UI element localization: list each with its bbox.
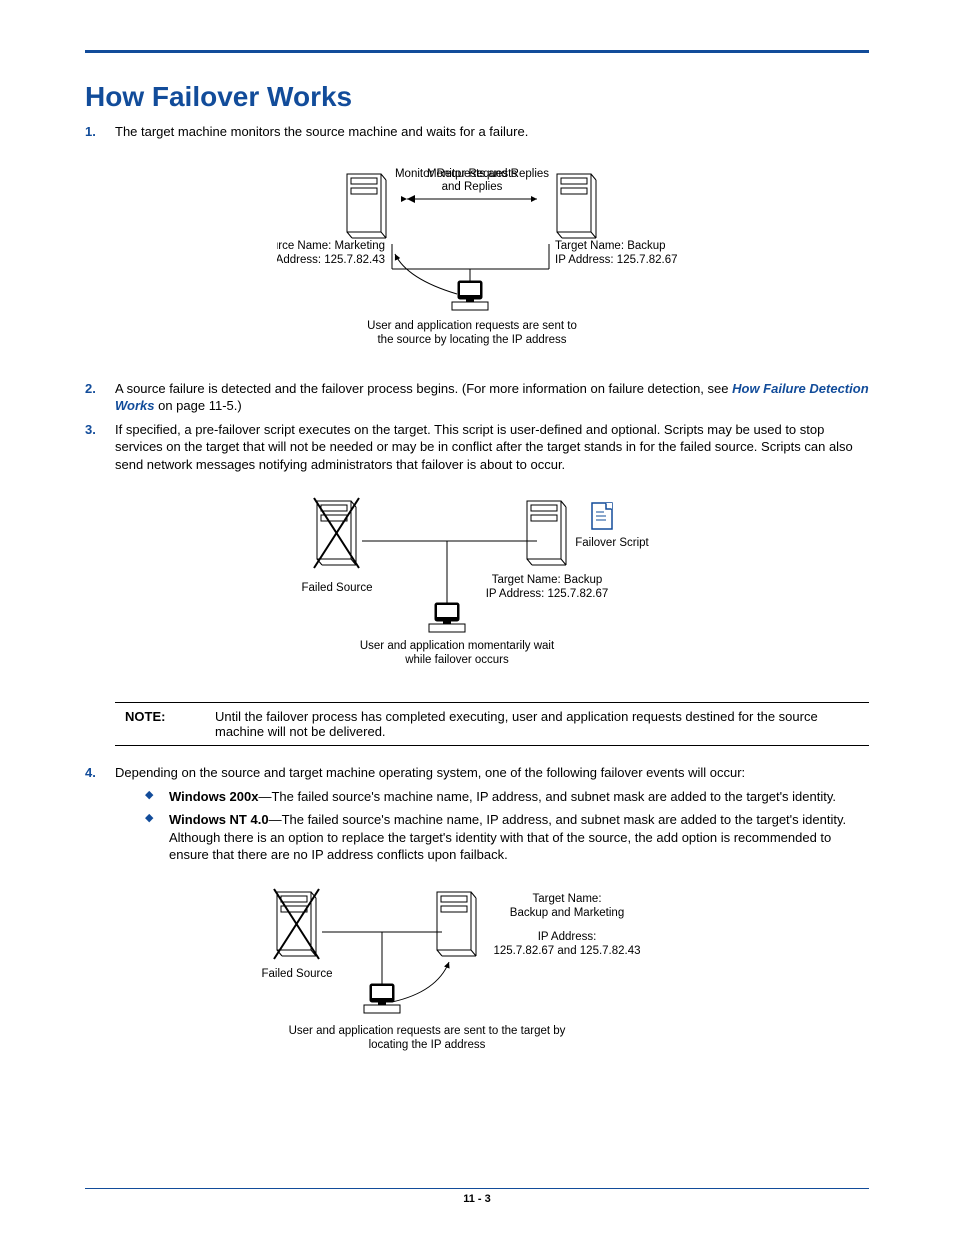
source-ip-label: IP Address: 125.7.82.43 [277, 254, 385, 266]
page-number: 11 - 3 [463, 1193, 491, 1205]
item-number: 4. [85, 764, 96, 782]
list-item: 1. The target machine monitors the sourc… [85, 123, 869, 141]
page-footer: 11 - 3 [85, 1188, 869, 1205]
diagram-caption: locating the IP address [369, 1039, 486, 1051]
page-title: How Failover Works [85, 81, 869, 113]
item-text: A source failure is detected and the fai… [115, 381, 869, 414]
target-ip-label: IP Address: 125.7.82.67 [486, 588, 609, 600]
item-text: Depending on the source and target machi… [115, 765, 745, 780]
svg-text:Monitor Requests: Monitor Requests [427, 168, 517, 180]
bullet-item: Windows 200x—The failed source's machine… [145, 788, 869, 806]
bullet-item: Windows NT 4.0—The failed source's machi… [145, 811, 869, 864]
failover-script-label: Failover Script [575, 537, 649, 549]
bullet-bold: Windows 200x [169, 789, 258, 804]
bullet-text: —The failed source's machine name, IP ad… [169, 812, 846, 862]
diagram-caption: User and application momentarily wait [360, 640, 555, 652]
target-ip-label: IP Address: [538, 931, 597, 943]
diagram-identity-added: Failed Source Target Name: Backup and Ma… [85, 882, 869, 1085]
bullet-text: —The failed source's machine name, IP ad… [258, 789, 836, 804]
diagram-caption: the source by locating the IP address [377, 334, 566, 346]
item-text: If specified, a pre-failover script exec… [115, 422, 853, 472]
item-number: 2. [85, 380, 96, 398]
target-name-label: Target Name: Backup [492, 574, 603, 586]
item-number: 3. [85, 421, 96, 439]
diagram-caption: User and application requests are sent t… [289, 1025, 566, 1037]
note-label: NOTE: [115, 709, 215, 739]
target-name-label: Target Name: Backup [555, 240, 666, 252]
diagram-monitor: Monitor Requests and Replies Monitor Req… [85, 159, 869, 362]
note-text: Until the failover process has completed… [215, 709, 869, 739]
item-text: The target machine monitors the source m… [115, 124, 528, 139]
failed-source-label: Failed Source [302, 582, 373, 594]
diagram-caption: User and application requests are sent t… [367, 320, 577, 332]
svg-text:and Replies: and Replies [442, 181, 503, 193]
list-item: 3. If specified, a pre-failover script e… [85, 421, 869, 474]
item-number: 1. [85, 123, 96, 141]
target-name-label: Backup and Marketing [510, 907, 624, 919]
diagram-failover-script: Failover Script Failed Source Target Nam… [85, 491, 869, 684]
diagram-caption: while failover occurs [404, 654, 509, 666]
top-rule [85, 50, 869, 53]
target-ip-label: IP Address: 125.7.82.67 [555, 254, 677, 266]
bullet-bold: Windows NT 4.0 [169, 812, 269, 827]
note-box: NOTE: Until the failover process has com… [115, 702, 869, 746]
failed-source-label: Failed Source [262, 968, 333, 980]
target-ip-label: 125.7.82.67 and 125.7.82.43 [493, 945, 640, 957]
source-name-label: Source Name: Marketing [277, 240, 385, 252]
target-name-label: Target Name: [532, 893, 601, 905]
list-item: 4. Depending on the source and target ma… [85, 764, 869, 864]
list-item: 2. A source failure is detected and the … [85, 380, 869, 415]
